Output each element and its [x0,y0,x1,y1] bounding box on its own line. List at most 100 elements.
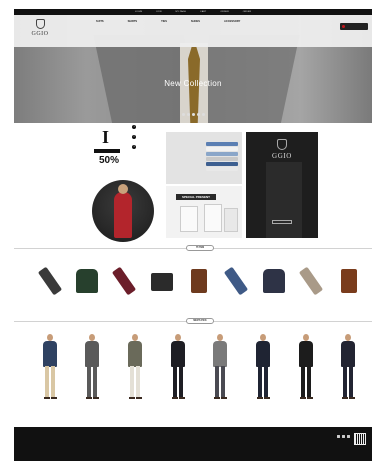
tie-image [112,266,137,296]
model-head [89,334,96,341]
model-shoe [257,397,264,399]
suit-image [266,162,302,238]
shirts-promo[interactable] [166,132,242,184]
nav-item-suits[interactable]: SUITS [96,20,104,23]
brand-promo[interactable]: GGIO [246,132,318,238]
product-image[interactable] [260,265,288,295]
look-card[interactable] [333,334,364,408]
product-image[interactable] [222,265,250,296]
hero-dot[interactable] [191,113,195,116]
product-image[interactable] [148,265,176,295]
product-image[interactable] [185,265,213,295]
hero-pagination[interactable] [14,113,372,116]
model-jacket [256,341,271,367]
nav-item-shoes[interactable]: SHOES [191,20,200,23]
model-shoe [93,397,100,399]
present-promo[interactable]: SPECIAL PRESENT [166,186,242,238]
brand-more-button[interactable] [272,220,292,224]
social-icon[interactable] [347,435,350,438]
product-card[interactable] [184,265,215,303]
sale-band [94,149,120,153]
sale-list-item[interactable]: 1 [132,125,160,129]
look-card[interactable] [119,334,150,408]
look-card[interactable] [205,334,236,408]
hero-dot[interactable] [196,113,200,116]
model-leg [172,366,177,398]
model-figure[interactable] [295,334,317,400]
tote-image [191,269,207,293]
topbar-link-3[interactable]: CART [200,11,206,13]
main-nav: SUITS SHIRTS TIES SHOES ACCESSORY [96,20,240,30]
model-figure[interactable] [124,334,146,400]
product-image[interactable] [335,265,363,295]
tote-image [340,269,357,293]
nav-item-accessory[interactable]: ACCESSORY [224,20,240,23]
model-leg [135,366,140,398]
model-figure[interactable] [209,334,231,400]
social-icon[interactable] [337,435,340,438]
product-card[interactable] [71,265,102,303]
nav-item-shirts[interactable]: SHIRTS [128,20,138,23]
sale-letter: I [102,127,110,147]
product-card[interactable] [146,265,177,303]
nav-column: SUITS [96,20,104,30]
model-leg [300,366,305,398]
featured-look-circle[interactable] [92,180,154,242]
model-leg [87,366,92,398]
product-image[interactable] [73,265,101,295]
topbar-link-4[interactable]: ORDER [220,11,228,13]
model-head [302,334,309,341]
product-card[interactable] [109,265,140,303]
topbar-link-1[interactable]: JOIN [156,11,161,13]
sale-list-item[interactable]: 3 [132,145,160,149]
product-image[interactable] [36,265,64,296]
model-leg [306,366,311,398]
look-card[interactable] [162,334,193,408]
sweater-image [75,269,98,293]
model-figure[interactable] [337,334,359,400]
sale-promo[interactable]: I 50% 1 2 3 [84,123,164,177]
nav-item-ties[interactable]: TIES [161,20,167,23]
product-image[interactable] [110,265,138,296]
model-jacket [170,341,185,367]
model-shoe [43,397,50,399]
sale-number: 1 [132,125,136,129]
cart-button[interactable] [340,23,368,30]
hero-dot[interactable] [181,113,185,116]
topbar-link-5[interactable]: ORDER [243,11,251,13]
topbar-link-2[interactable]: MY PAGE [176,11,186,13]
hero-dot[interactable] [201,113,205,116]
social-icon[interactable] [342,435,345,438]
look-card[interactable] [77,334,108,408]
model-figure[interactable] [39,334,61,400]
sale-list: 1 2 3 [132,125,160,149]
sale-number: 3 [132,145,136,149]
product-image[interactable] [297,265,325,296]
topbar-link-0[interactable]: LOGIN [135,11,142,13]
model-figure[interactable] [81,334,103,400]
items-row [34,265,364,303]
model-shoe [221,397,228,399]
model-shoe [306,397,313,399]
look-card[interactable] [34,334,65,408]
product-card[interactable] [34,265,65,303]
look-card[interactable] [290,334,321,408]
site-footer [14,427,372,461]
model-figure[interactable] [167,334,189,400]
site-logo[interactable]: GGIO [28,19,52,43]
tie-image [224,266,249,296]
look-card[interactable] [248,334,279,408]
model-shoe [214,397,221,399]
product-card[interactable] [221,265,252,303]
hero-dot[interactable] [186,113,190,116]
product-card[interactable] [333,265,364,303]
section-title-looks: MEN'S PICK [186,318,214,324]
sale-list-item[interactable]: 2 [132,135,160,139]
model-head [131,334,138,341]
model-shoe [128,397,135,399]
product-card[interactable] [258,265,289,303]
model-figure[interactable] [252,334,274,400]
section-title-items: IT ITEM [186,245,214,251]
shirt-stack-image [206,142,238,176]
product-card[interactable] [296,265,327,303]
